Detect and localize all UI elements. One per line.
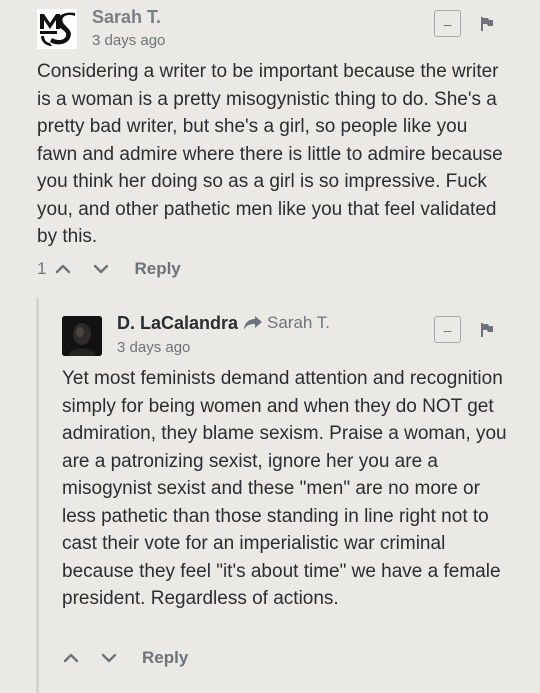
thread-line xyxy=(36,298,39,693)
ms-logo-icon xyxy=(37,9,77,49)
vote-count: 1 xyxy=(37,259,47,278)
avatar[interactable] xyxy=(62,316,102,356)
downvote-button[interactable] xyxy=(100,649,118,667)
comment-timestamp[interactable]: 3 days ago xyxy=(92,32,165,50)
flag-icon[interactable] xyxy=(480,323,494,337)
collapse-button[interactable]: – xyxy=(434,10,461,37)
reply-to-name: Sarah T. xyxy=(267,313,331,332)
chevron-up-icon xyxy=(63,653,79,663)
upvote-button[interactable] xyxy=(62,649,80,667)
comment-actions: Reply xyxy=(62,648,188,668)
comment-author[interactable]: D. LaCalandra xyxy=(117,312,238,334)
flag-icon[interactable] xyxy=(480,17,494,31)
profile-photo-icon xyxy=(62,316,102,356)
upvote-button[interactable] xyxy=(54,260,72,278)
collapse-button[interactable]: – xyxy=(434,316,461,343)
share-arrow-icon xyxy=(244,316,262,330)
chevron-up-icon xyxy=(56,264,71,274)
chevron-down-icon xyxy=(94,264,109,274)
comment-actions: 1 Reply xyxy=(37,259,181,279)
downvote-button[interactable] xyxy=(92,260,110,278)
reply-button[interactable]: Reply xyxy=(142,648,188,668)
comment-timestamp[interactable]: 3 days ago xyxy=(117,339,190,357)
comment-body: Considering a writer to be important bec… xyxy=(37,61,503,247)
comment-author[interactable]: Sarah T. xyxy=(92,6,161,28)
comment-body: Yet most feminists demand attention and … xyxy=(62,368,507,609)
chevron-down-icon xyxy=(101,653,117,663)
reply-to-link[interactable]: Sarah T. xyxy=(243,312,330,334)
reply-button[interactable]: Reply xyxy=(134,259,180,279)
avatar[interactable] xyxy=(37,9,77,49)
